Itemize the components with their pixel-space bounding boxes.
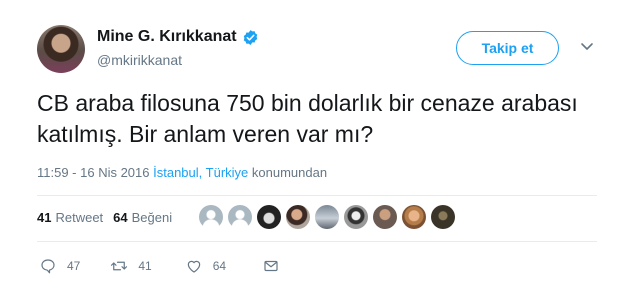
tweet-location-suffix: konumundan <box>251 165 328 180</box>
retweet-icon <box>111 261 128 271</box>
liker-avatar[interactable] <box>257 205 281 229</box>
tweet-timestamp[interactable]: 11:59 - 16 Nis 2016 <box>37 165 150 180</box>
liker-avatar[interactable] <box>344 205 368 229</box>
liker-avatar[interactable] <box>199 205 223 229</box>
liker-avatars <box>199 205 455 229</box>
liker-avatar[interactable] <box>315 205 339 229</box>
like-stat-count: 64 <box>113 210 128 225</box>
tweet-stats: 41 Retweet 64 Beğeni <box>37 210 172 225</box>
reply-count: 47 <box>67 259 81 273</box>
like-button[interactable]: 64 <box>185 257 226 275</box>
tweet-text: CB araba filosuna 750 bin dolarlık bir c… <box>37 90 578 147</box>
retweet-stat[interactable]: 41 Retweet <box>37 210 103 225</box>
tweet-card: Mine G. Kırıkkanat @mkirikkanat Takip et… <box>0 0 631 290</box>
direct-message-button[interactable] <box>262 257 280 275</box>
retweet-button[interactable]: 41 <box>110 257 152 275</box>
like-stat-label: Beğeni <box>131 210 173 225</box>
verified-badge-icon <box>243 29 257 45</box>
retweet-count: 41 <box>138 259 152 273</box>
liker-avatar[interactable] <box>431 205 455 229</box>
retweet-stat-count: 41 <box>37 210 52 225</box>
divider <box>37 195 597 196</box>
liker-avatar[interactable] <box>286 205 310 229</box>
user-handle[interactable]: @mkirikkanat <box>97 52 182 68</box>
user-avatar[interactable] <box>37 25 85 73</box>
tweet-meta: 11:59 - 16 Nis 2016 İstanbul, Türkiye ko… <box>37 165 327 180</box>
reply-icon <box>41 259 55 274</box>
envelope-icon <box>264 260 278 272</box>
like-stat[interactable]: 64 Beğeni <box>113 210 172 225</box>
liker-avatar[interactable] <box>373 205 397 229</box>
follow-button[interactable]: Takip et <box>456 31 559 65</box>
heart-icon <box>187 260 200 273</box>
liker-avatar[interactable] <box>402 205 426 229</box>
display-name[interactable]: Mine G. Kırıkkanat <box>97 28 237 46</box>
tweet-actions: 47 41 64 <box>37 257 280 275</box>
user-name-row[interactable]: Mine G. Kırıkkanat <box>97 28 259 46</box>
like-count: 64 <box>212 259 227 273</box>
liker-avatar[interactable] <box>228 205 252 229</box>
divider <box>37 241 597 242</box>
tweet-location-link[interactable]: İstanbul, Türkiye <box>153 165 248 180</box>
chevron-down-icon[interactable] <box>580 42 594 52</box>
retweet-stat-label: Retweet <box>55 210 104 225</box>
reply-button[interactable]: 47 <box>39 257 80 275</box>
